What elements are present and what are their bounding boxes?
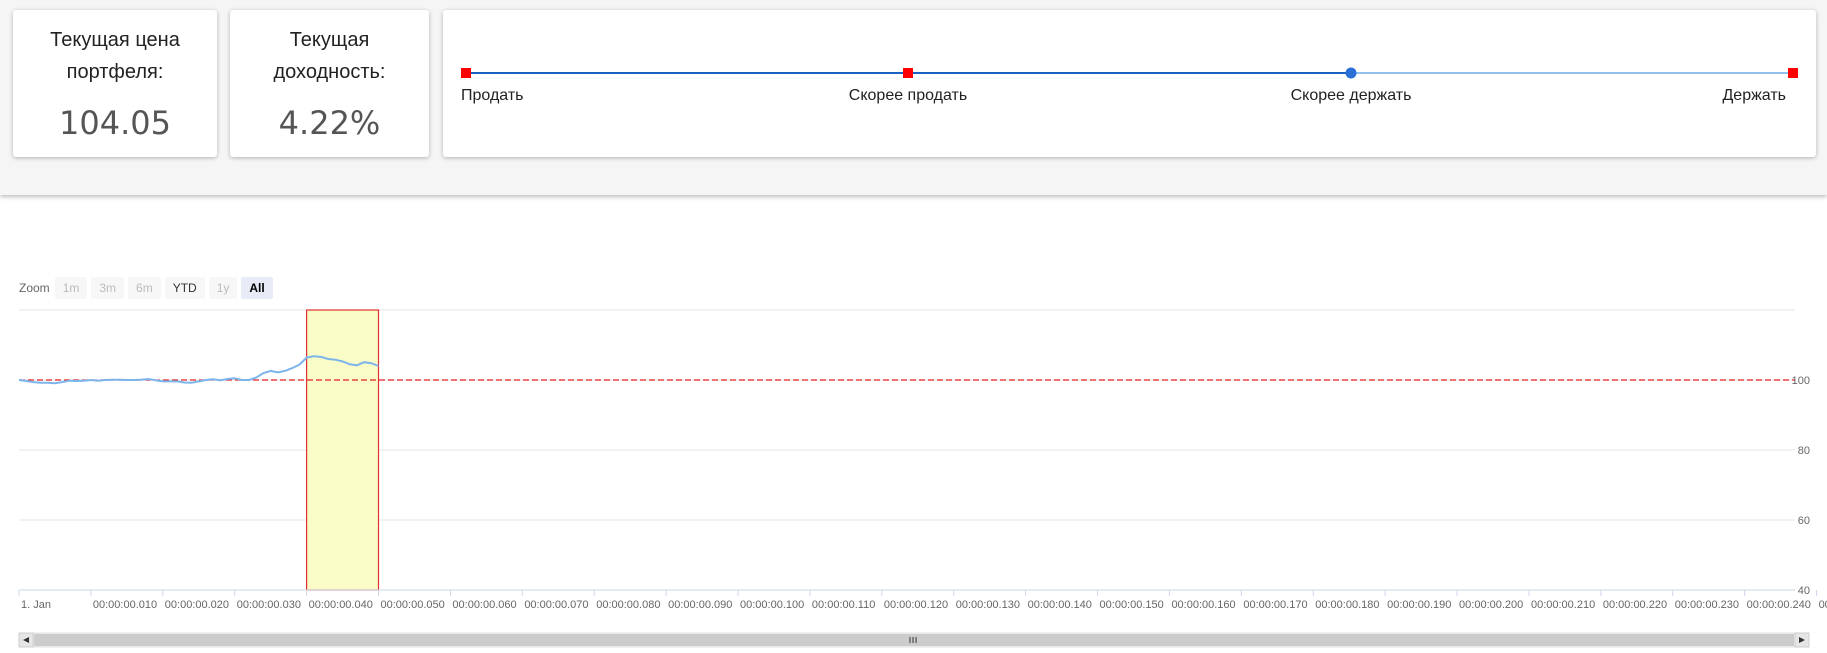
portfolio-price-card: Текущая цена портфеля: 104.05 [13,10,217,157]
portfolio-price-label-line1: Текущая цена [50,29,180,51]
stop-label: Продать [461,87,524,104]
x-tick-label: 00:00:00.220 [1603,599,1667,611]
portfolio-price-value: 104.05 [59,104,171,142]
x-tick-label: 00:00:00.170 [1243,599,1307,611]
scrollbar-thumb[interactable] [34,634,1794,646]
x-tick-label: 00:00:00.080 [596,599,660,611]
x-tick-label: 00:00:00.140 [1028,599,1092,611]
stop-label: Скорее продать [849,87,967,104]
recommendation-card: Продать Скорее продать Скорее держать Держа… [443,10,1816,157]
y-tick-label: 100 [1792,375,1810,387]
x-tick-label: 00:00:00.100 [740,599,804,611]
x-tick-label: 00:00:00.020 [165,599,229,611]
x-tick-label: 00:00:00.050 [381,599,445,611]
x-tick-label: 00:00:00.120 [884,599,948,611]
y-tick-label: 60 [1798,515,1810,527]
stop-label: Держать [1722,87,1786,104]
x-tick-label: 00:00:00.130 [956,599,1020,611]
portfolio-yield-label: Текущая доходность: [230,24,429,88]
x-tick-label: 00:00:00.150 [1100,599,1164,611]
x-tick-label: 00:00:00.040 [309,599,373,611]
x-tick-label: 00:00:00.030 [237,599,301,611]
y-tick-label: 80 [1798,445,1810,457]
x-tick-label: 00:00:00.230 [1675,599,1739,611]
x-tick-label: 00:0... [1819,599,1827,611]
x-tick-label: 00:00:00.160 [1171,599,1235,611]
x-tick-label: 00:00:00.090 [668,599,732,611]
x-tick-label: 00:00:00.110 [812,599,875,611]
x-tick-label: 00:00:00.240 [1747,599,1811,611]
x-tick-label: 00:00:00.070 [524,599,588,611]
portfolio-yield-card: Текущая доходность: 4.22% [230,10,429,157]
portfolio-price-label: Текущая цена портфеля: [13,24,217,88]
highlight-band [306,309,380,591]
portfolio-price-label-line2: портфеля: [66,61,164,83]
stop-marker [1788,68,1798,78]
current-position-marker [1345,67,1357,79]
x-tick-label: 00:00:00.060 [452,599,516,611]
portfolio-yield-value: 4.22% [278,104,381,142]
x-tick-label: 1. Jan [21,599,51,611]
summary-panel: Текущая цена портфеля: 104.05 Текущая до… [0,0,1827,195]
x-tick-label: 00:00:00.180 [1315,599,1379,611]
x-tick-label: 00:00:00.010 [93,599,157,611]
chart-plot: 1. Jan 00:00:00.010 00:00:00.020 00:00:00.0… [18,309,1827,648]
x-tick-label: 00:00:00.200 [1459,599,1523,611]
y-tick-label: 40 [1798,585,1810,597]
recommendation-scale: Продать Скорее продать Скорее держать Держа… [461,67,1798,104]
portfolio-chart: Zoom 1m 3m 6m YTD 1y All 1. Jan 00:00:00.… [0,260,1827,653]
stop-marker [903,68,913,78]
stop-marker [461,68,471,78]
portfolio-yield-label-line1: Текущая [289,29,370,51]
stop-label: Скорее держать [1291,87,1412,104]
navigator-scrollbar[interactable] [18,632,1810,648]
portfolio-yield-label-line2: доходность: [273,61,386,83]
x-tick-label: 00:00:00.190 [1387,599,1451,611]
x-tick-label: 00:00:00.210 [1531,599,1595,611]
